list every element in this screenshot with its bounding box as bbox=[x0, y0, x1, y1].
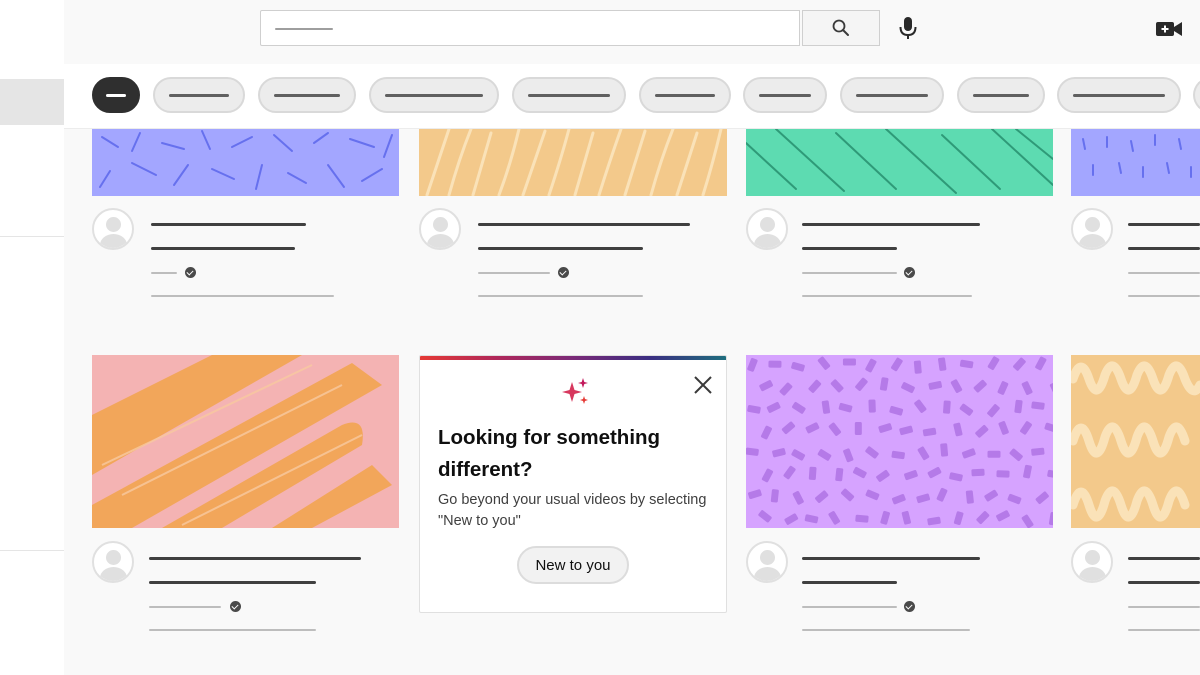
channel-name-placeholder bbox=[149, 606, 221, 608]
top-header bbox=[64, 0, 1200, 65]
new-to-you-promo-card: Looking for something different? Go beyo… bbox=[419, 355, 727, 613]
video-title-placeholder bbox=[151, 247, 295, 250]
voice-search-button[interactable] bbox=[890, 10, 926, 46]
video-title-placeholder bbox=[478, 223, 690, 226]
video-thumbnail[interactable] bbox=[92, 129, 399, 196]
thumbnail-pattern bbox=[746, 356, 1053, 528]
thumbnail-pattern bbox=[746, 129, 1053, 194]
verified-check-icon bbox=[230, 601, 241, 612]
promo-description: Go beyond your usual videos by selecting… bbox=[438, 492, 707, 529]
chip-placeholder-line bbox=[759, 93, 811, 97]
chip-placeholder-line bbox=[528, 93, 610, 97]
video-thumbnail[interactable] bbox=[1071, 355, 1200, 528]
video-title-placeholder bbox=[149, 557, 361, 560]
video-stats-placeholder bbox=[149, 629, 316, 631]
video-title-placeholder bbox=[802, 223, 980, 226]
video-thumbnail[interactable] bbox=[92, 355, 399, 528]
chip-placeholder-line bbox=[385, 93, 483, 97]
sidebar-item-home[interactable] bbox=[0, 79, 64, 125]
new-to-you-button[interactable]: New to you bbox=[517, 546, 629, 584]
sparkle-icon bbox=[562, 378, 588, 404]
search-placeholder-line bbox=[275, 28, 333, 30]
video-stats-placeholder bbox=[802, 629, 970, 631]
microphone-icon bbox=[899, 17, 917, 39]
chip[interactable] bbox=[1193, 77, 1200, 113]
channel-name-placeholder bbox=[151, 272, 177, 274]
thumbnail-pattern bbox=[99, 130, 393, 190]
video-title-placeholder bbox=[1128, 581, 1200, 584]
verified-check-icon bbox=[185, 267, 196, 278]
channel-name-placeholder bbox=[802, 272, 897, 274]
verified-check-icon bbox=[558, 267, 569, 278]
thumbnail-pattern bbox=[1082, 134, 1192, 178]
chip-placeholder-line bbox=[856, 93, 928, 97]
channel-avatar[interactable] bbox=[746, 208, 788, 250]
sidebar bbox=[0, 0, 64, 675]
video-title-placeholder bbox=[802, 247, 897, 250]
video-title-placeholder bbox=[802, 557, 980, 560]
video-stats-placeholder bbox=[478, 295, 643, 297]
filter-chip-bar bbox=[64, 64, 1200, 129]
chip[interactable] bbox=[639, 77, 731, 113]
channel-avatar[interactable] bbox=[1071, 541, 1113, 583]
chip[interactable] bbox=[957, 77, 1045, 113]
video-title-placeholder bbox=[149, 581, 316, 584]
promo-title: Looking for something different? bbox=[438, 426, 661, 481]
video-title-placeholder bbox=[1128, 247, 1200, 250]
search-button[interactable] bbox=[802, 10, 880, 46]
video-stats-placeholder bbox=[802, 295, 972, 297]
chip-placeholder-line bbox=[106, 93, 126, 97]
chip-placeholder-line bbox=[274, 93, 340, 97]
chip[interactable] bbox=[153, 77, 245, 113]
chip-all[interactable] bbox=[92, 77, 140, 113]
video-thumbnail[interactable] bbox=[746, 355, 1053, 528]
close-button[interactable] bbox=[690, 372, 716, 398]
channel-name-placeholder bbox=[1128, 606, 1200, 608]
sidebar-divider bbox=[0, 236, 64, 237]
video-stats-placeholder bbox=[151, 295, 334, 297]
chip-placeholder-line bbox=[1073, 93, 1165, 97]
video-stats-placeholder bbox=[1128, 295, 1200, 297]
thumbnail-pattern bbox=[425, 129, 723, 196]
channel-name-placeholder bbox=[478, 272, 550, 274]
chip[interactable] bbox=[369, 77, 499, 113]
video-title-placeholder bbox=[478, 247, 643, 250]
chip[interactable] bbox=[743, 77, 827, 113]
channel-avatar[interactable] bbox=[1071, 208, 1113, 250]
chip[interactable] bbox=[1057, 77, 1181, 113]
channel-avatar[interactable] bbox=[419, 208, 461, 250]
video-stats-placeholder bbox=[1128, 629, 1200, 631]
promo-gradient-strip bbox=[420, 356, 726, 360]
chip-placeholder-line bbox=[973, 93, 1029, 97]
create-button[interactable] bbox=[1152, 12, 1186, 46]
verified-check-icon bbox=[904, 601, 915, 612]
search-input[interactable] bbox=[260, 10, 800, 46]
thumbnail-pattern bbox=[1071, 361, 1200, 522]
channel-avatar[interactable] bbox=[92, 541, 134, 583]
channel-name-placeholder bbox=[802, 606, 897, 608]
chip-placeholder-line bbox=[169, 93, 229, 97]
chip-placeholder-line bbox=[655, 93, 715, 97]
thumbnail-pattern bbox=[92, 355, 392, 528]
chip[interactable] bbox=[258, 77, 356, 113]
close-icon bbox=[694, 376, 712, 394]
video-camera-plus-icon bbox=[1156, 22, 1182, 36]
video-thumbnail[interactable] bbox=[1071, 129, 1200, 196]
video-title-placeholder bbox=[1128, 557, 1200, 560]
video-title-placeholder bbox=[1128, 223, 1200, 226]
video-thumbnail[interactable] bbox=[419, 129, 727, 196]
chip[interactable] bbox=[840, 77, 944, 113]
chip[interactable] bbox=[512, 77, 626, 113]
sidebar-divider bbox=[0, 550, 64, 551]
video-title-placeholder bbox=[802, 581, 897, 584]
channel-name-placeholder bbox=[1128, 272, 1200, 274]
verified-check-icon bbox=[904, 267, 915, 278]
video-thumbnail[interactable] bbox=[746, 129, 1053, 196]
video-title-placeholder bbox=[151, 223, 306, 226]
channel-avatar[interactable] bbox=[746, 541, 788, 583]
channel-avatar[interactable] bbox=[92, 208, 134, 250]
search-icon bbox=[832, 19, 849, 36]
